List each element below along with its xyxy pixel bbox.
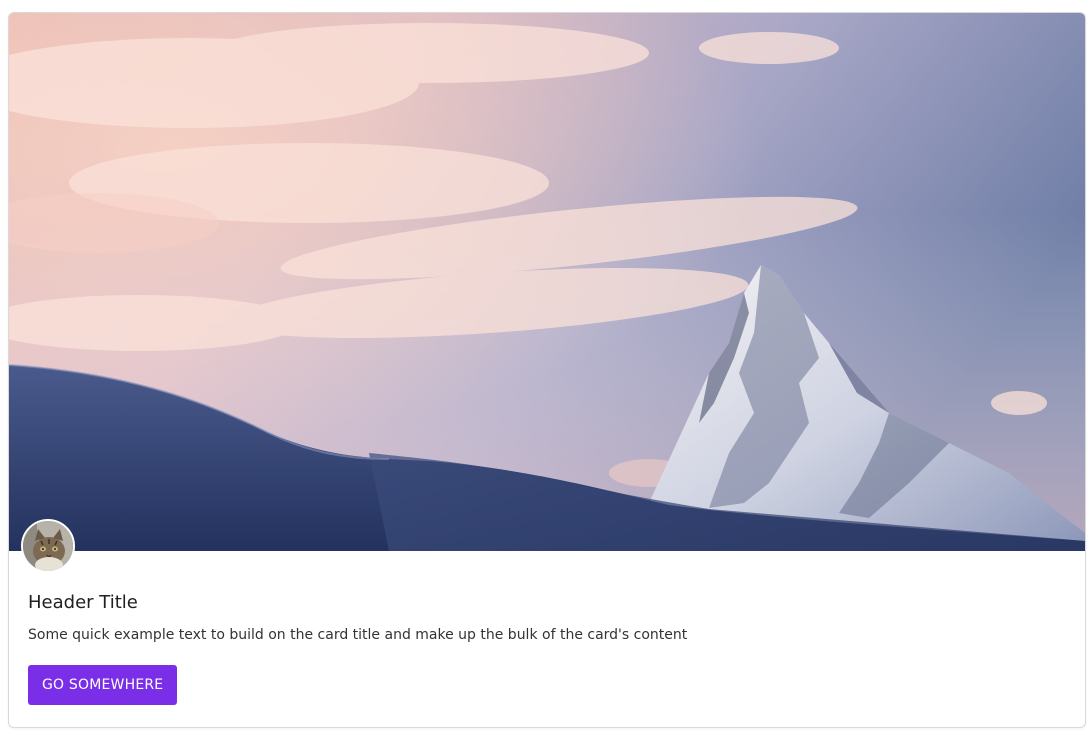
card-title: Header Title (28, 592, 138, 613)
card: Header Title Some quick example text to … (8, 12, 1086, 728)
go-somewhere-button[interactable]: GO SOMEWHERE (28, 665, 178, 705)
card-body: Header Title Some quick example text to … (28, 591, 1066, 705)
avatar (21, 519, 75, 573)
mountain-landscape-image (9, 13, 1085, 551)
card-image-mountain (9, 13, 1085, 551)
card-text: Some quick example text to build on the … (28, 627, 688, 643)
cat-avatar-icon (23, 521, 73, 571)
